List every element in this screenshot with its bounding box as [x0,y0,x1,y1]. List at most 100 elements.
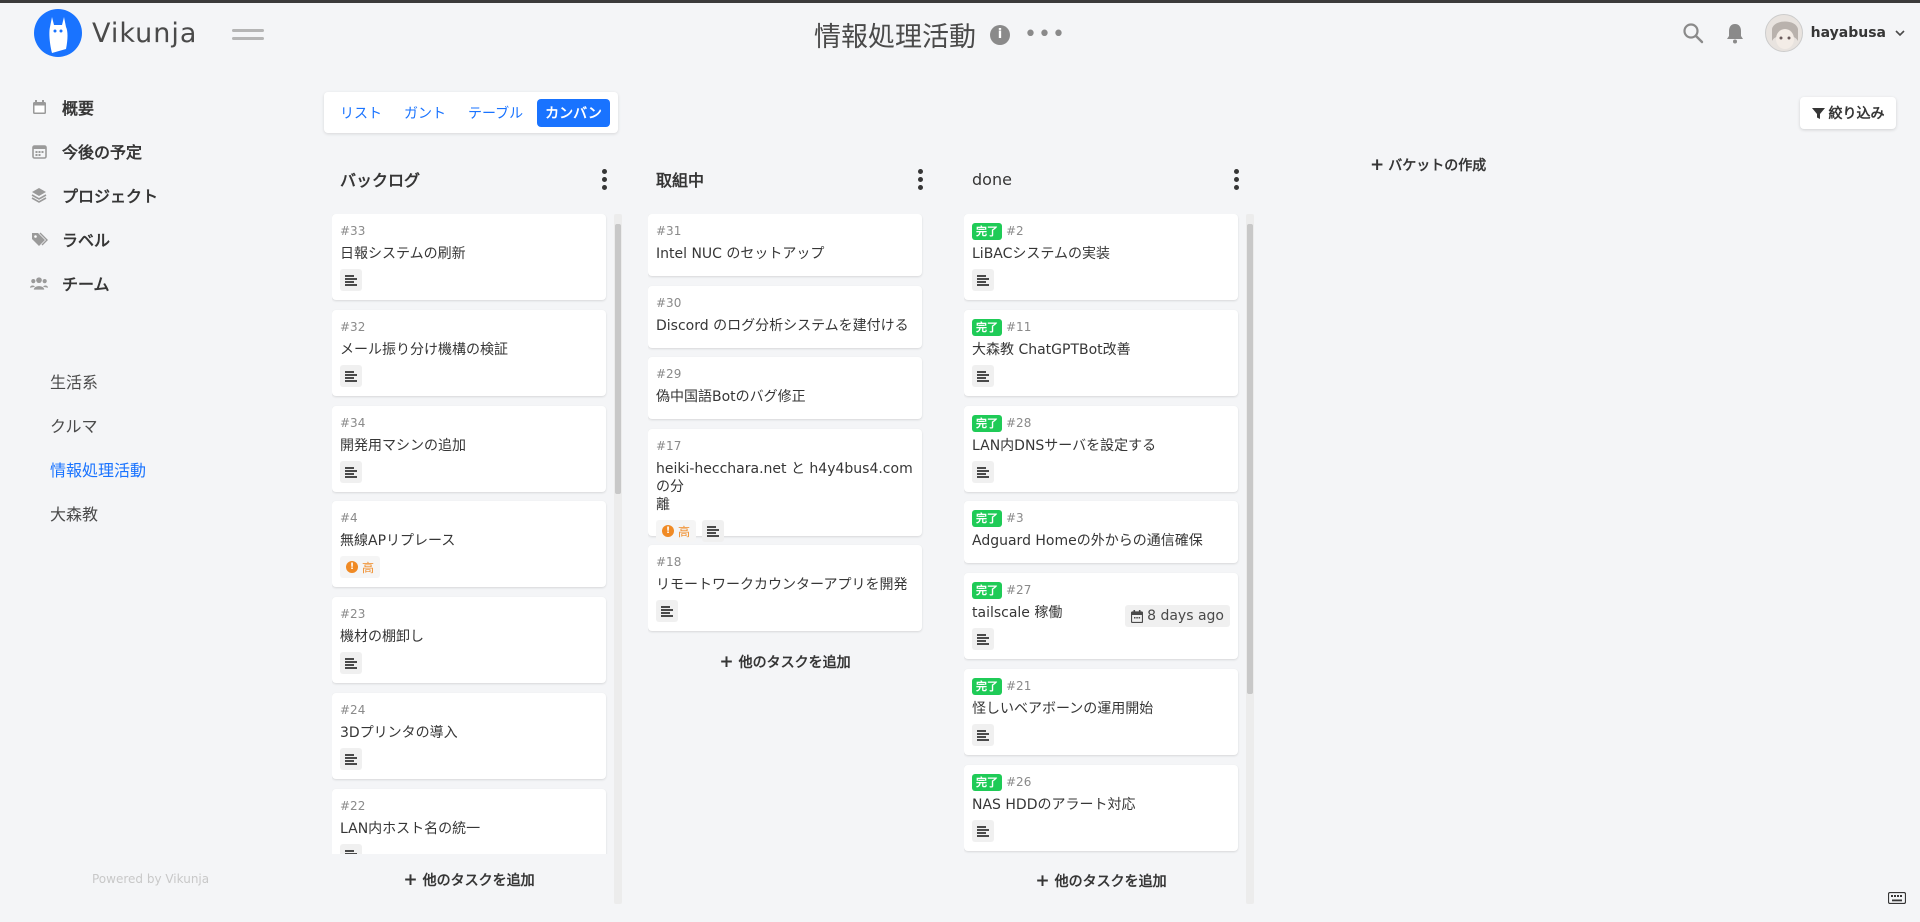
task-title: リモートワークカウンターアプリを開発 [656,577,908,593]
task-card[interactable]: #24 3Dプリンタの導入 [332,693,606,779]
task-card[interactable]: #31 Intel NUC のセットアップ [648,214,922,276]
due-date-badge: 8 days ago [1125,605,1230,627]
task-title: 無線APリプレース [340,533,456,549]
add-task-button[interactable]: + 他のタスクを追加 [964,871,1238,891]
powered-by-link[interactable]: Powered by Vikunja [92,872,209,886]
due-date-label: 8 days ago [1147,608,1224,624]
task-title: 開発用マシンの追加 [340,438,466,454]
bell-icon[interactable] [1723,21,1747,45]
bucket-header: 取組中 [656,164,930,194]
view-tab-kanban[interactable]: カンバン [537,98,610,127]
bucket-menu-button[interactable] [594,167,614,191]
task-id: #24 [340,703,366,717]
task-id: #21 [1006,679,1032,693]
task-id: #18 [656,555,682,569]
task-id: #33 [340,224,366,238]
bucket-title[interactable]: done [972,170,1012,189]
bucket-menu-button[interactable] [1226,167,1246,191]
view-tab-table[interactable]: テーブル [460,99,531,127]
description-icon [972,365,994,387]
view-tab-list[interactable]: リスト [332,99,390,127]
add-task-button[interactable]: + 他のタスクを追加 [648,652,922,672]
task-title: Intel NUC のセットアップ [656,246,825,262]
bucket-scrollbar[interactable] [614,214,622,904]
bucket-menu-button[interactable] [910,167,930,191]
bucket-card-list: #33 日報システムの刷新 #32 メール振り分け機構の検証 #34 開発用マシ… [332,214,622,854]
sidebar-project-item-active[interactable]: 情報処理活動 [0,449,300,493]
filter-button[interactable]: 絞り込み [1800,97,1896,129]
task-card[interactable]: #4 無線APリプレース ! 高 [332,501,606,587]
description-icon [972,461,994,483]
task-card[interactable]: 完了 #27 tailscale 稼働 8 days ago [964,573,1238,659]
create-bucket-button[interactable]: + バケットの作成 [1370,155,1486,175]
priority-badge: ! 高 [340,556,381,578]
view-tab-gantt[interactable]: ガント [396,99,454,127]
bucket-title[interactable]: バックログ [340,167,420,191]
task-card[interactable]: 完了 #26 NAS HDDのアラート対応 [964,765,1238,851]
task-card[interactable]: 完了 #3 Adguard Homeの外からの通信確保 [964,501,1238,563]
user-menu[interactable]: hayabusa [1764,14,1906,52]
task-card[interactable]: #34 開発用マシンの追加 [332,406,606,492]
done-badge: 完了 [972,773,1002,791]
sidebar-item-labels[interactable]: ラベル [0,217,300,261]
bucket-scrollbar[interactable] [1246,214,1254,904]
project-more-button[interactable]: ••• [1024,23,1066,45]
task-card[interactable]: #33 日報システムの刷新 [332,214,606,300]
task-title: LiBACシステムの実装 [972,246,1110,262]
description-icon [972,269,994,291]
add-task-label: 他のタスクを追加 [422,873,535,889]
task-card[interactable]: #18 リモートワークカウンターアプリを開発 [648,545,922,631]
task-card[interactable]: 完了 #28 LAN内DNSサーバを設定する [964,406,1238,492]
task-card[interactable]: #30 Discord のログ分析システムを建付ける [648,286,922,348]
sidebar-project-item[interactable]: 大森教 [0,493,300,537]
task-id: #22 [340,799,366,813]
project-title: 情報処理活動 [814,22,977,53]
task-id: #27 [1006,583,1032,597]
task-id: #2 [1006,224,1024,238]
task-id: #29 [656,367,682,381]
tags-icon [30,230,48,248]
task-card[interactable]: #29 偽中国語Botのバグ修正 [648,357,922,419]
calendar-grid-icon [30,142,48,160]
task-card[interactable]: 完了 #11 大森教 ChatGPTBot改善 [964,310,1238,396]
sidebar-item-projects[interactable]: プロジェクト [0,173,300,217]
add-task-button[interactable]: + 他のタスクを追加 [332,870,606,890]
chevron-down-icon [1895,30,1905,37]
keyboard-icon[interactable] [1888,892,1906,904]
task-title: LAN内DNSサーバを設定する [972,438,1157,454]
view-switcher: リスト ガント テーブル カンバン [324,92,618,133]
priority-badge: ! 高 [656,520,697,542]
done-badge: 完了 [972,414,1002,432]
task-card[interactable]: 完了 #21 怪しいベアボーンの運用開始 [964,669,1238,755]
task-title: 怪しいベアボーンの運用開始 [972,701,1154,717]
filter-icon [1811,107,1825,119]
search-icon[interactable] [1681,21,1705,45]
task-card[interactable]: #32 メール振り分け機構の検証 [332,310,606,396]
task-id: #31 [656,224,682,238]
bucket-card-list: 完了 #2 LiBACシステムの実装 完了 #11 大森教 ChatGPTBot改善… [964,214,1254,854]
add-task-label: 他のタスクを追加 [1054,874,1167,890]
task-card[interactable]: #23 機材の棚卸し [332,597,606,683]
sidebar-project-item[interactable]: クルマ [0,405,300,449]
description-icon [340,269,362,291]
sidebar-item-overview[interactable]: 概要 [0,85,300,129]
task-title: heiki-hecchara.net と h4y4bus4.com の分離 [656,461,913,513]
info-icon[interactable]: i [990,24,1011,45]
bucket-title[interactable]: 取組中 [656,167,704,191]
task-card[interactable]: #17 heiki-hecchara.net と h4y4bus4.com の分… [648,429,922,542]
sidebar-project-item[interactable]: 生活系 [0,361,300,405]
task-title: 大森教 ChatGPTBot改善 [972,342,1131,358]
create-bucket-label: バケットの作成 [1388,158,1487,174]
sidebar-item-label: ラベル [62,231,111,250]
done-badge: 完了 [972,318,1002,336]
done-badge: 完了 [972,677,1002,695]
priority-label: 高 [362,560,375,575]
sidebar-item-teams[interactable]: チーム [0,261,300,305]
task-card[interactable]: 完了 #2 LiBACシステムの実装 [964,214,1238,300]
task-card[interactable]: #22 LAN内ホスト名の統一 [332,789,606,854]
sidebar-item-upcoming[interactable]: 今後の予定 [0,129,300,173]
task-id: #32 [340,320,366,334]
bucket-backlog: バックログ #33 日報システムの刷新 #32 メール振り分け機構の検証 #34… [332,158,622,908]
task-id: #34 [340,416,366,430]
description-icon [340,748,362,770]
